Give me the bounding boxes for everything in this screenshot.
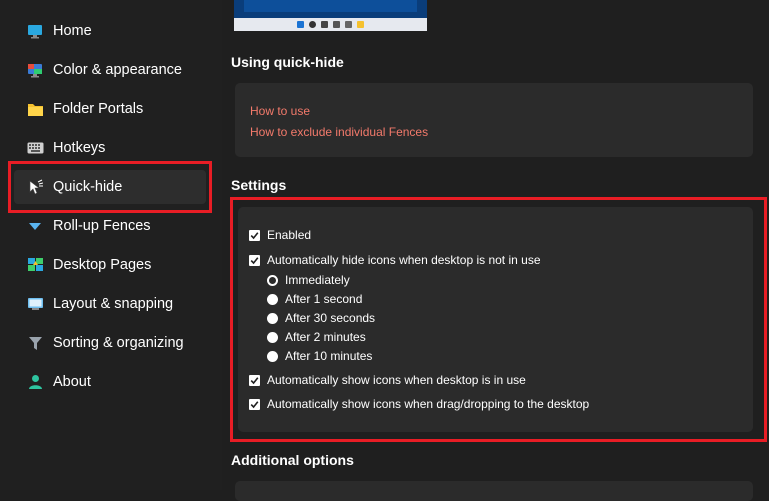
sidebar-item-label: Layout & snapping <box>53 296 174 312</box>
radio-label: After 1 second <box>285 292 363 306</box>
auto-show-checkbox[interactable]: Automatically show icons when desktop is… <box>249 373 526 387</box>
sidebar-item-home[interactable]: Home <box>14 14 206 48</box>
roll-up-icon <box>26 217 44 235</box>
quick-hide-links-card <box>235 83 753 157</box>
preview-taskview-icon <box>321 21 328 28</box>
color-monitor-icon <box>26 61 44 79</box>
checkbox-checked-icon <box>249 398 260 410</box>
checkbox-checked-icon <box>249 254 260 266</box>
sidebar-item-label: Folder Portals <box>53 101 144 117</box>
checkbox-label: Enabled <box>267 228 312 242</box>
checkbox-label: Automatically show icons when drag/dropp… <box>267 397 590 411</box>
link-exclude-fences[interactable]: How to exclude individual Fences <box>250 125 428 139</box>
funnel-icon <box>26 334 44 352</box>
radio-after-30-seconds[interactable]: After 30 seconds <box>267 311 375 325</box>
sidebar-item-label: Home <box>53 23 92 39</box>
folder-icon <box>26 100 44 118</box>
sidebar-item-label: Sorting & organizing <box>53 335 184 351</box>
sidebar: Home Color & appearance Folder Portals H… <box>0 0 222 490</box>
radio-after-2-minutes[interactable]: After 2 minutes <box>267 330 366 344</box>
radio-unselected-icon <box>267 331 278 343</box>
sidebar-item-hotkeys[interactable]: Hotkeys <box>14 131 206 165</box>
radio-label: After 10 minutes <box>285 349 373 363</box>
radio-label: After 30 seconds <box>285 311 376 325</box>
radio-unselected-icon <box>267 312 278 324</box>
radio-after-1-second[interactable]: After 1 second <box>267 292 362 306</box>
radio-immediately[interactable]: Immediately <box>267 273 350 287</box>
highlight-quick-hide <box>8 161 212 213</box>
layout-icon <box>26 295 44 313</box>
preview-taskbar <box>234 18 427 31</box>
enabled-checkbox[interactable]: Enabled <box>249 228 311 242</box>
radio-unselected-icon <box>267 293 278 305</box>
sidebar-item-label: About <box>53 374 91 390</box>
monitor-icon <box>26 22 44 40</box>
sidebar-item-color-appearance[interactable]: Color & appearance <box>14 53 206 87</box>
link-how-to-use[interactable]: How to use <box>250 104 310 118</box>
preview-image <box>234 0 427 31</box>
radio-unselected-icon <box>267 350 278 362</box>
sidebar-item-layout-snapping[interactable]: Layout & snapping <box>14 287 206 321</box>
checkbox-checked-icon <box>249 229 260 241</box>
section-title-additional-options: Additional options <box>231 452 354 468</box>
person-icon <box>26 373 44 391</box>
sidebar-item-roll-up-fences[interactable]: Roll-up Fences <box>14 209 206 243</box>
radio-label: After 2 minutes <box>285 330 366 344</box>
radio-selected-icon <box>267 274 278 286</box>
additional-options-card <box>235 481 753 501</box>
sidebar-item-about[interactable]: About <box>14 365 206 399</box>
sidebar-item-desktop-pages[interactable]: Desktop Pages <box>14 248 206 282</box>
preview-window <box>244 0 417 12</box>
auto-hide-checkbox[interactable]: Automatically hide icons when desktop is… <box>249 253 541 267</box>
preview-settings-icon <box>345 21 352 28</box>
preview-app-icon <box>333 21 340 28</box>
checkbox-checked-icon <box>249 374 260 386</box>
show-on-drag-checkbox[interactable]: Automatically show icons when drag/dropp… <box>249 397 589 411</box>
sidebar-item-label: Roll-up Fences <box>53 218 151 234</box>
desktop-pages-icon <box>26 256 44 274</box>
sidebar-item-label: Color & appearance <box>53 62 182 78</box>
sidebar-item-label: Desktop Pages <box>53 257 152 273</box>
sidebar-item-sorting-organizing[interactable]: Sorting & organizing <box>14 326 206 360</box>
radio-after-10-minutes[interactable]: After 10 minutes <box>267 349 372 363</box>
checkbox-label: Automatically hide icons when desktop is… <box>267 253 541 267</box>
preview-folder-icon <box>357 21 364 28</box>
preview-start-icon <box>297 21 304 28</box>
section-title-settings: Settings <box>231 177 287 193</box>
checkbox-label: Automatically show icons when desktop is… <box>267 373 526 387</box>
sidebar-item-label: Hotkeys <box>53 140 106 156</box>
preview-search-icon <box>309 21 316 28</box>
sidebar-item-folder-portals[interactable]: Folder Portals <box>14 92 206 126</box>
radio-label: Immediately <box>285 273 350 287</box>
section-title-using-quick-hide: Using quick-hide <box>231 54 344 70</box>
keyboard-icon <box>26 139 44 157</box>
